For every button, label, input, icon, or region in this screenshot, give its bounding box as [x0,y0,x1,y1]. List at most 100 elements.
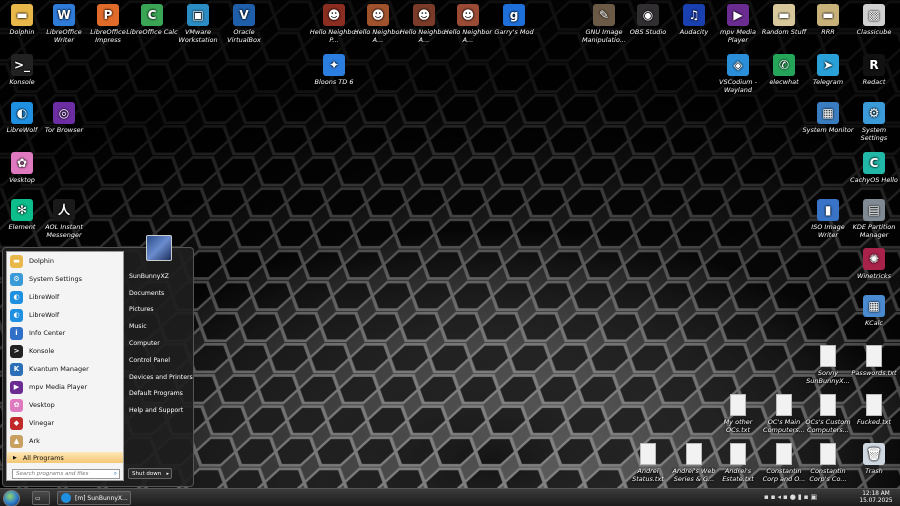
desktop-icon[interactable]: ▤ KDE Partition Manager [848,199,900,239]
start-button[interactable] [3,490,20,506]
desktop-icon-label: System Monitor [802,126,854,134]
start-menu-item[interactable]: ◆ Vinegar [7,414,123,432]
info-icon: i [10,326,23,340]
desktop-icon[interactable]: ⚙ System Settings [848,102,900,142]
start-menu-item[interactable]: ◐ LibreWolf [7,288,123,306]
desktop-icon-label: Redact [862,78,886,86]
desktop-icon[interactable]: g Garry's Mod [488,4,540,36]
desktop-icon[interactable]: ▬ RRR [802,4,854,36]
update-icon[interactable]: ● [790,493,798,501]
taskbar-konsole-button[interactable]: ▭ [32,491,50,505]
desktop-icon-label: Passwords.txt [851,369,897,377]
bluetooth-icon[interactable]: ▪ [771,493,778,501]
all-programs-button[interactable]: ▶ All Programs [7,452,123,463]
search-input[interactable]: Search programs and files ⌕ [12,469,120,479]
desktop-icon-label: Oracle VirtualBox [227,28,261,44]
clipboard-icon[interactable]: ▪ [783,493,790,501]
desktop-icon-label: Andrei's Estate.txt [722,467,754,483]
desktop-icon[interactable]: ▶ mpv Media Player [712,4,764,44]
text-file-icon [640,443,656,465]
start-menu-item[interactable]: i Info Center [7,324,123,342]
start-menu-item[interactable]: > Konsole [7,342,123,360]
start-menu-item[interactable]: ▬ Dolphin [7,252,123,270]
start-menu-place-item[interactable]: Documents [127,285,195,302]
desktop-icon-label: VMware Workstation [178,28,218,44]
desktop-icon[interactable]: R Redact [848,54,900,86]
system-tray[interactable]: ▪▪◂▪●▮▪▣ [764,493,819,501]
start-menu-place-item[interactable]: Devices and Printers [127,369,195,386]
desktop-icon[interactable]: 人 AOL Instant Messenger [38,199,90,239]
desktop-icon[interactable]: ✦ Bloons TD 6 [308,54,360,86]
calc-icon: C [141,4,163,26]
desktop-icon[interactable]: >_ Konsole [0,54,48,86]
desktop-icon[interactable]: Fucked.txt [848,394,900,426]
start-menu-place-item[interactable]: SunBunnyXZ [127,268,195,285]
start-menu-item-label: Vinegar [29,419,55,427]
desktop-icon[interactable]: ◉ OBS Studio [622,4,674,36]
user-avatar[interactable] [146,235,172,261]
taskbar-librewolf-task[interactable]: [m] SunBunnyX... [57,491,131,505]
desktop-icon[interactable]: My other OCs.txt [712,394,764,434]
desktop-icon[interactable]: ▮ ISO Image Writer [802,199,854,239]
start-menu-item[interactable]: ◐ LibreWolf [7,306,123,324]
usb-icon: ▮ [817,199,839,221]
desktop-icon[interactable]: ☻ Hello Neighbor A... [442,4,494,44]
desktop-icon-label: Winetricks [856,272,892,280]
vesktop-icon: ✿ [11,152,33,174]
desktop-icon-label: Hello Neighbor A... [353,28,403,44]
start-menu-place-item[interactable]: Control Panel [127,352,195,369]
shutdown-label: Shut down [132,470,162,477]
desktop-icon[interactable]: ▦ KCalc [848,295,900,327]
start-menu-place-item[interactable]: Default Programs [127,386,195,403]
start-menu-place-item[interactable]: Pictures [127,302,195,319]
desktop-icon[interactable]: Andrei's Estate.txt [712,443,764,483]
desktop-icon[interactable]: C CachyOS Hello [848,152,900,184]
start-menu-item[interactable]: ✿ Vesktop [7,396,123,414]
desktop-icon[interactable]: Andrei Status.txt [622,443,674,483]
desktop-icon-label: RRR [821,28,835,36]
mpv-icon: ▶ [10,380,23,394]
game-icon: ☻ [367,4,389,26]
start-menu-place-item[interactable]: Help and Support [127,402,195,419]
desktop-icon[interactable]: ▩ Classicube [848,4,900,36]
start-menu-item-label: Konsole [29,347,55,355]
display-icon[interactable]: ▣ [810,493,819,501]
search-icon: ⌕ [113,470,117,477]
desktop-icon[interactable]: ◎ Tor Browser [38,102,90,134]
task-label: [m] SunBunnyX... [75,494,128,502]
desktop-icon[interactable]: 🗑 Trash [848,443,900,475]
text-file-icon [730,443,746,465]
desktop-icon[interactable]: ▣ VMware Workstation [172,4,224,44]
telegram-icon: ➤ [817,54,839,76]
desktop-icon[interactable]: Passwords.txt [848,345,900,377]
start-menu-item[interactable]: ⚙ System Settings [7,270,123,288]
desktop-icon[interactable]: Constantin Corp's Co... [802,443,854,483]
desktop-icon-label: OBS Studio [629,28,667,36]
desktop-icon[interactable]: OCs's Custom Computers... [802,394,854,434]
start-menu-place-item[interactable]: Music [127,318,195,335]
text-file-icon [866,394,882,416]
clock[interactable]: 12:18 AM 15.07.2025 [858,491,894,505]
start-menu-item[interactable]: ▶ mpv Media Player [7,378,123,396]
desktop-icon[interactable]: ➤ Telegram [802,54,854,86]
desktop-icon-label: Vesktop [9,176,35,184]
chevron-right-icon[interactable]: ▸ [166,471,169,477]
start-menu-programs-pane: ▬ Dolphin ⚙ System Settings ◐ LibreWolf ◐ Libre… [6,251,124,481]
game-icon: ☻ [457,4,479,26]
desktop-icon[interactable]: ▦ System Monitor [802,102,854,134]
text-file-icon [776,443,792,465]
start-menu-place-item[interactable]: Computer [127,335,195,352]
vesktop-icon: ✿ [10,398,23,412]
desktop-icon[interactable]: Sonny SunBunnyX... [802,345,854,385]
desktop-icon[interactable]: V Oracle VirtualBox [218,4,270,44]
desktop-icon[interactable]: ◈ VSCodium - Wayland [712,54,764,94]
network-icon[interactable]: ▪ [764,493,771,501]
desktop-icon[interactable]: ✺ Winetricks [848,248,900,280]
desktop-icon[interactable]: C LibreOffice Calc [126,4,178,36]
desktop-icon[interactable]: ☻ Hello Neighbor A... [352,4,404,44]
start-menu-item-label: Kvantum Manager [29,365,89,373]
start-menu-item[interactable]: K Kvantum Manager [7,360,123,378]
start-menu-item[interactable]: ▲ Ark [7,432,123,450]
shutdown-button[interactable]: Shut down ▸ [128,468,172,479]
desktop-icon[interactable]: ✿ Vesktop [0,152,48,184]
